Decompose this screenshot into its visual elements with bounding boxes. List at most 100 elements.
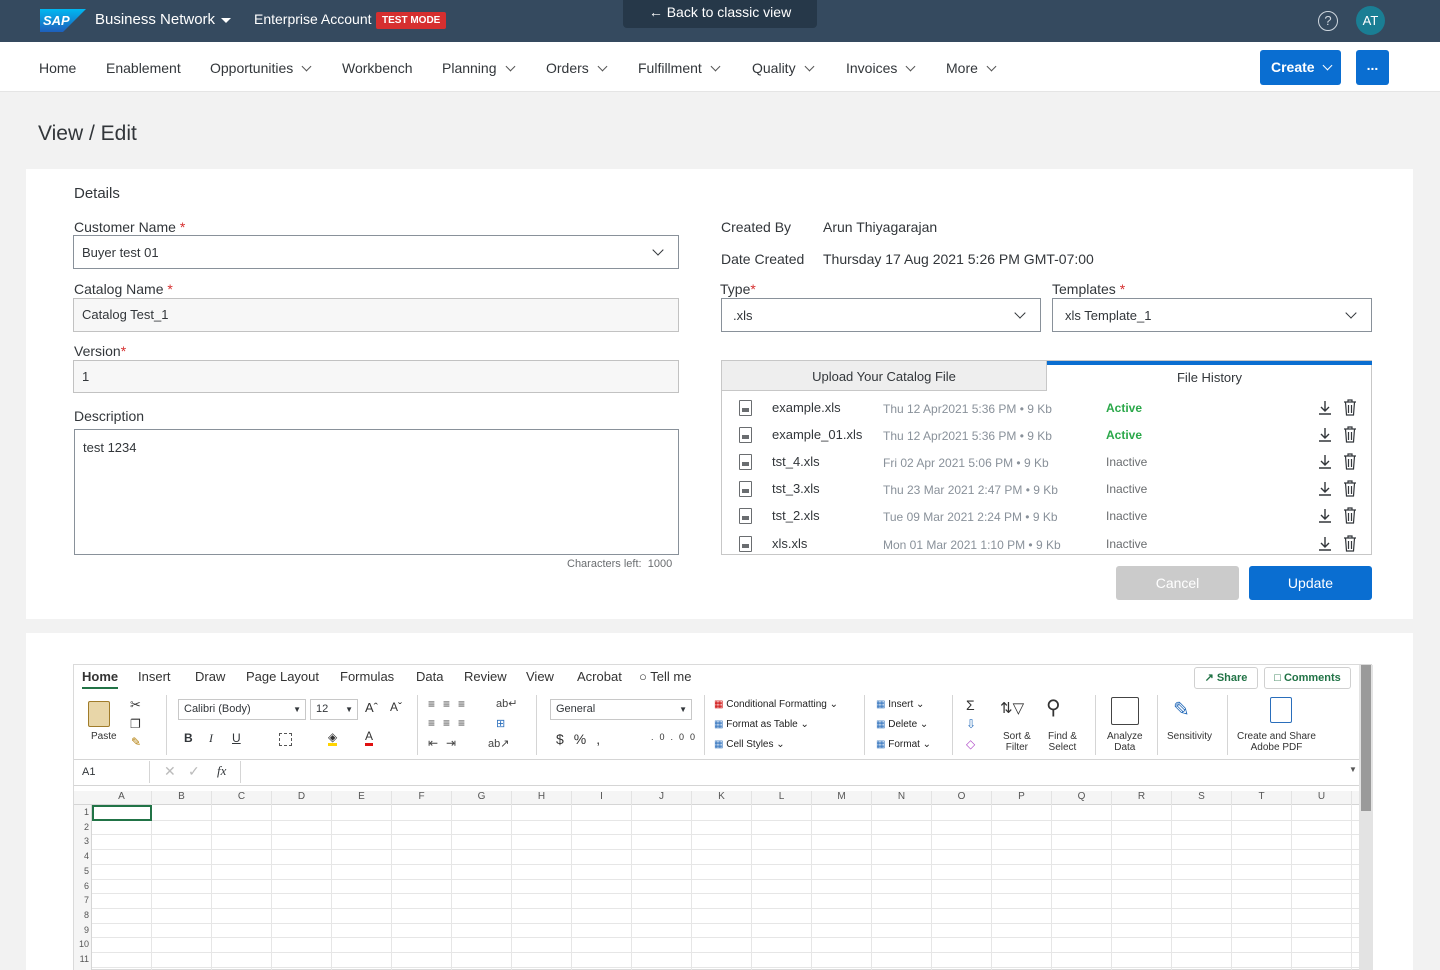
font-family-select[interactable]: Calibri (Body) ▼ (178, 699, 306, 720)
column-header[interactable]: U (1292, 791, 1352, 805)
column-header[interactable]: D (272, 791, 332, 805)
file-name[interactable]: tst_3.xls (772, 481, 820, 496)
file-name[interactable]: example.xls (772, 400, 841, 415)
templates-select[interactable]: xls Template_1 (1052, 298, 1372, 332)
column-header[interactable]: B (152, 791, 212, 805)
trash-icon[interactable] (1343, 507, 1357, 524)
delete-cells-menu[interactable]: ▦ Delete ⌄ (876, 719, 928, 730)
more-actions-button[interactable]: ... (1356, 50, 1389, 85)
tab-upload-catalog-file[interactable]: Upload Your Catalog File (722, 361, 1047, 391)
row-header[interactable]: 10 (74, 939, 92, 949)
nav-item-orders[interactable]: Orders (546, 60, 608, 76)
column-header[interactable]: F (392, 791, 452, 805)
underline-button[interactable]: U (232, 731, 241, 745)
adobe-pdf-icon[interactable] (1270, 697, 1292, 723)
cut-icon[interactable]: ✂ (130, 697, 141, 713)
row-header[interactable]: 5 (74, 866, 92, 876)
version-input[interactable]: 1 (73, 360, 679, 393)
nav-item-opportunities[interactable]: Opportunities (210, 60, 312, 76)
download-icon[interactable] (1318, 400, 1332, 416)
row-header[interactable]: 1 (74, 807, 92, 817)
column-header[interactable]: M (812, 791, 872, 805)
trash-icon[interactable] (1343, 426, 1357, 443)
column-header[interactable]: R (1112, 791, 1172, 805)
horizontal-align-icons[interactable]: ≡≡≡ (428, 716, 473, 730)
file-name[interactable]: example_01.xls (772, 427, 862, 442)
bold-button[interactable]: B (184, 731, 193, 745)
number-format-select[interactable]: General ▼ (550, 699, 692, 720)
selected-cell-a1[interactable] (92, 805, 152, 821)
nav-item-planning[interactable]: Planning (442, 60, 515, 76)
download-icon[interactable] (1318, 508, 1332, 524)
column-header[interactable]: E (332, 791, 392, 805)
name-box[interactable]: A1 (74, 761, 150, 783)
excel-tab-view[interactable]: View (526, 669, 554, 684)
vertical-align-icons[interactable]: ≡≡≡ (428, 697, 473, 711)
download-icon[interactable] (1318, 536, 1332, 552)
excel-tab-data[interactable]: Data (416, 669, 443, 684)
orientation-icon[interactable]: ab↗ (488, 737, 509, 750)
excel-tab-review[interactable]: Review (464, 669, 507, 684)
help-icon[interactable]: ? (1318, 11, 1338, 31)
borders-icon[interactable] (279, 733, 292, 746)
conditional-formatting-menu[interactable]: ▦ Conditional Formatting ⌄ (714, 699, 838, 710)
sensitivity-icon[interactable]: ✎ (1173, 697, 1197, 723)
file-name[interactable]: tst_4.xls (772, 454, 820, 469)
row-header[interactable]: 2 (74, 822, 92, 832)
back-to-classic-button[interactable]: ← Back to classic view (623, 0, 817, 28)
catalog-name-input[interactable]: Catalog Test_1 (73, 298, 679, 332)
excel-tab-draw[interactable]: Draw (195, 669, 225, 684)
indent-icons[interactable]: ⇤⇥ (428, 736, 464, 750)
column-header[interactable]: O (932, 791, 992, 805)
download-icon[interactable] (1318, 427, 1332, 443)
excel-tell-me[interactable]: ○ Tell me (639, 669, 691, 684)
decrease-font-icon[interactable]: Aˇ (390, 700, 402, 714)
analyze-data-button[interactable]: Analyze Data (1107, 731, 1143, 753)
insert-cells-menu[interactable]: ▦ Insert ⌄ (876, 699, 924, 710)
download-icon[interactable] (1318, 481, 1332, 497)
nav-item-home[interactable]: Home (39, 60, 76, 76)
user-avatar[interactable]: AT (1356, 6, 1385, 35)
analyze-data-icon[interactable] (1111, 697, 1139, 725)
description-textarea[interactable]: test 1234 (74, 429, 679, 555)
row-header[interactable]: 3 (74, 836, 92, 846)
column-header[interactable]: T (1232, 791, 1292, 805)
sort-filter-icon[interactable]: ⇅▽ (1000, 699, 1024, 717)
sap-logo[interactable]: SAP (40, 9, 86, 32)
column-header[interactable]: C (212, 791, 272, 805)
comments-button[interactable]: □ Comments (1264, 667, 1351, 689)
cell-styles-menu[interactable]: ▦ Cell Styles ⌄ (714, 739, 785, 750)
autosum-icon[interactable]: Σ (966, 697, 975, 713)
customer-name-select[interactable]: Buyer test 01 (73, 235, 679, 269)
nav-item-more[interactable]: More (946, 60, 997, 76)
nav-item-fulfillment[interactable]: Fulfillment (638, 60, 721, 76)
nav-item-enablement[interactable]: Enablement (106, 60, 181, 76)
cancel-button[interactable]: Cancel (1116, 566, 1239, 600)
merge-center-icon[interactable]: ⊞ (496, 717, 505, 730)
wrap-text-icon[interactable]: ab↵ (496, 697, 517, 710)
find-select-button[interactable]: Find & Select (1048, 731, 1077, 753)
excel-tab-acrobat[interactable]: Acrobat (577, 669, 622, 684)
trash-icon[interactable] (1343, 399, 1357, 416)
row-header[interactable]: 9 (74, 925, 92, 935)
accounting-percent-comma-icons[interactable]: $%, (556, 731, 610, 747)
decimal-icons[interactable]: .0.00 (651, 732, 701, 742)
column-header[interactable]: K (692, 791, 752, 805)
column-header[interactable]: I (572, 791, 632, 805)
sensitivity-button[interactable]: Sensitivity (1167, 731, 1212, 742)
share-button[interactable]: ↗ Share (1194, 667, 1258, 689)
vertical-scrollbar[interactable] (1359, 665, 1373, 970)
column-header[interactable]: L (752, 791, 812, 805)
row-header[interactable]: 6 (74, 881, 92, 891)
fill-color-icon[interactable]: ◈ (328, 731, 338, 746)
type-select[interactable]: .xls (721, 298, 1041, 332)
create-adobe-pdf-button[interactable]: Create and Share Adobe PDF (1237, 731, 1316, 753)
trash-icon[interactable] (1343, 453, 1357, 470)
column-header[interactable]: A (92, 791, 152, 805)
insert-function-icon[interactable]: fx (217, 763, 226, 779)
trash-icon[interactable] (1343, 535, 1357, 552)
column-header[interactable]: Q (1052, 791, 1112, 805)
font-size-select[interactable]: 12 ▼ (310, 699, 358, 720)
format-as-table-menu[interactable]: ▦ Format as Table ⌄ (714, 719, 809, 730)
file-name[interactable]: xls.xls (772, 536, 807, 551)
